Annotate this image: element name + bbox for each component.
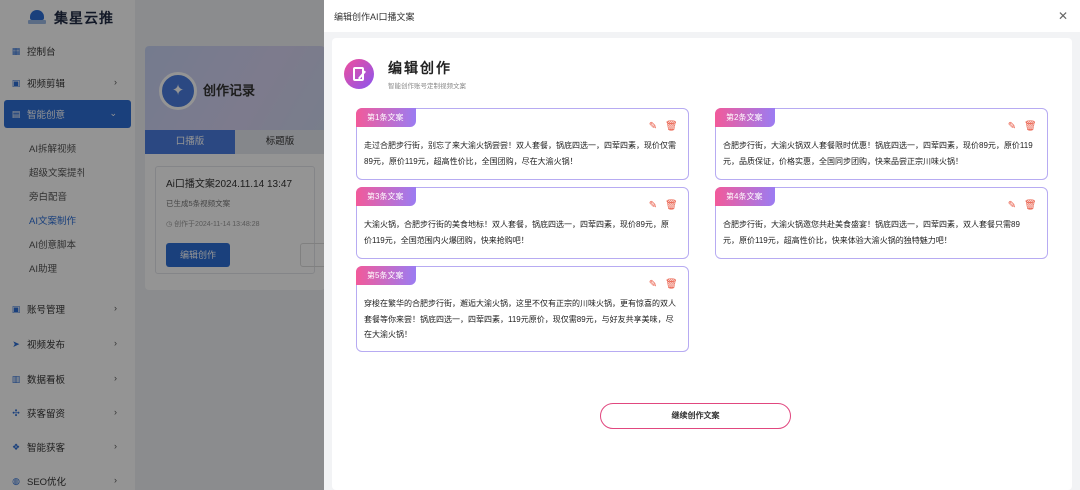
delete-icon[interactable]: 🗑 [665, 200, 678, 212]
section-subtitle: 智能创作账号定制视频文案 [388, 83, 466, 90]
copy-card: 第1条文案 ✎ 🗑 走过合肥步行街，别忘了来大渝火锅尝尝！双人套餐，锅底四选一，四… [356, 108, 689, 180]
drawer-header: 编辑创作AI口播文案 ✕ [324, 0, 1080, 32]
delete-icon[interactable]: 🗑 [1024, 121, 1037, 133]
edit-icon[interactable]: ✎ [1006, 200, 1018, 212]
copy-card-text: 大渝火锅，合肥步行街的美食地标！双人套餐，锅底四选一，四荤四素，现价89元，原价… [364, 220, 669, 245]
copy-card: 第4条文案 ✎ 🗑 合肥步行街，大渝火锅邀您共赴美食盛宴！锅底四选一，四荤四素，双… [715, 187, 1048, 259]
section-title: 编辑创作 [388, 60, 452, 76]
continue-creating-button[interactable]: 继续创作文案 [600, 403, 791, 429]
copy-card-text: 穿梭在繁华的合肥步行街，邂逅大渝火锅，这里不仅有正宗的川味火锅，更有惊喜的双人套… [364, 299, 676, 339]
edit-icon[interactable]: ✎ [647, 279, 659, 291]
copy-card: 第3条文案 ✎ 🗑 大渝火锅，合肥步行街的美食地标！双人套餐，锅底四选一，四荤四素… [356, 187, 689, 259]
copy-card-badge: 第1条文案 [356, 108, 417, 127]
copy-card-badge: 第3条文案 [356, 187, 417, 206]
delete-icon[interactable]: 🗑 [665, 121, 678, 133]
close-icon[interactable]: ✕ [1058, 9, 1068, 23]
copy-card-text: 合肥步行街，大渝火锅双人套餐限时优惠！锅底四选一，四荤四素，现价89元，原价11… [723, 141, 1033, 166]
copy-card-text: 合肥步行街，大渝火锅邀您共赴美食盛宴！锅底四选一，四荤四素，双人套餐只需89元，… [723, 220, 1020, 245]
edit-icon[interactable]: ✎ [1006, 121, 1018, 133]
copy-card-badge: 第4条文案 [715, 187, 776, 206]
copy-card-badge: 第5条文案 [356, 266, 417, 285]
delete-icon[interactable]: 🗑 [665, 279, 678, 291]
copy-card: 第5条文案 ✎ 🗑 穿梭在繁华的合肥步行街，邂逅大渝火锅，这里不仅有正宗的川味火锅… [356, 266, 689, 352]
copy-card-text: 走过合肥步行街，别忘了来大渝火锅尝尝！双人套餐，锅底四选一，四荤四素，现价仅需8… [364, 141, 676, 166]
section-heading: 编辑创作 智能创作账号定制视频文案 [344, 58, 466, 90]
delete-icon[interactable]: 🗑 [1024, 200, 1037, 212]
edit-document-icon [344, 59, 374, 89]
copy-card-badge: 第2条文案 [715, 108, 776, 127]
edit-icon[interactable]: ✎ [647, 200, 659, 212]
edit-icon[interactable]: ✎ [647, 121, 659, 133]
drawer-title: 编辑创作AI口播文案 [334, 11, 415, 22]
drawer-body: 编辑创作 智能创作账号定制视频文案 第1条文案 ✎ 🗑 走过合肥步行街，别忘了来大… [332, 38, 1072, 490]
edit-drawer: 编辑创作AI口播文案 ✕ 编辑创作 智能创作账号定制视频文案 第1条文案 ✎ 🗑 … [324, 0, 1080, 490]
copy-card: 第2条文案 ✎ 🗑 合肥步行街，大渝火锅双人套餐限时优惠！锅底四选一，四荤四素，现… [715, 108, 1048, 180]
